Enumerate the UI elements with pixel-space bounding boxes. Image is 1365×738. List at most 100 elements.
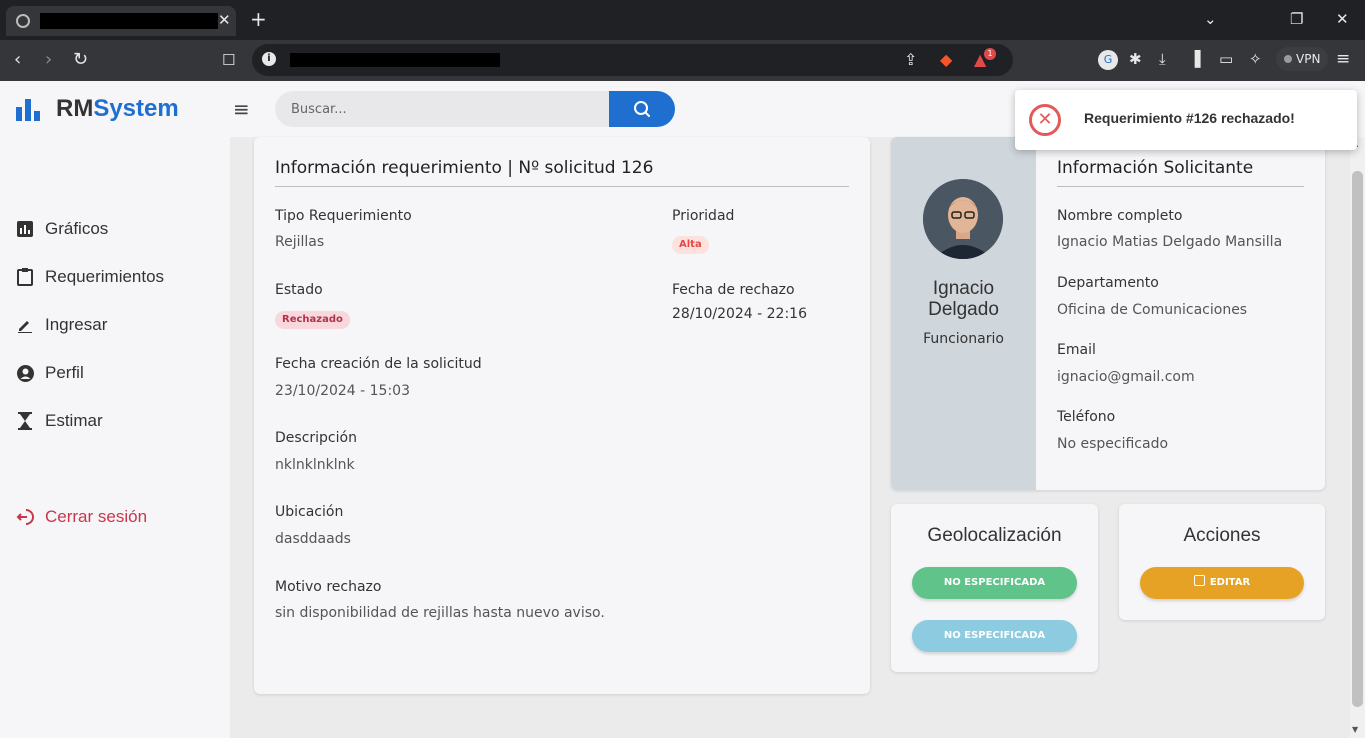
edit-button[interactable]: EDITAR [1140,567,1304,599]
logo-text: RMSystem [56,97,179,121]
tab-title-redacted [40,13,218,29]
vpn-button[interactable]: VPN [1276,47,1329,71]
sidebar-item-label: Requerimientos [45,267,165,286]
logout-label: Cerrar sesión [45,507,148,526]
sidebar-item-label: Estimar [45,411,103,430]
clipboard-icon [16,268,34,286]
fecha-rechazo-label: Fecha de rechazo [672,282,795,298]
address-bar[interactable]: i ⇪ ◆ ▲ 1 [252,44,1013,76]
actions-card: Acciones EDITAR [1119,504,1325,620]
scroll-down-icon[interactable]: ▼ [1352,725,1358,734]
sidebar-icon[interactable]: ▐ [1189,50,1201,68]
email-label: Email [1057,342,1096,358]
sidebar-item-estimar[interactable]: Estimar [16,409,103,433]
sidebar-item-requerimientos[interactable]: Requerimientos [16,265,164,289]
site-info-icon[interactable]: i [262,52,276,66]
sidebar-item-label: Ingresar [45,315,108,334]
sidebar-item-label: Perfil [45,363,84,382]
edit-label: EDITAR [1209,577,1251,588]
tab-search-icon[interactable]: ⌄ [1204,10,1217,28]
telefono-value: No especificado [1057,436,1169,452]
download-icon[interactable]: ⤓ [1159,50,1166,68]
telefono-label: Teléfono [1057,409,1116,425]
share-icon[interactable]: ⇪ [904,51,917,69]
motivo-value: sin disponibilidad de rejillas hasta nue… [275,605,605,621]
applicant-details: Información Solicitante Nombre completo … [1036,137,1325,490]
edit-icon [1193,575,1205,586]
scrollbar-thumb[interactable] [1352,171,1363,707]
nombre-label: Nombre completo [1057,208,1183,224]
vpn-status-icon [1284,55,1292,63]
new-tab-button[interactable]: + [250,8,267,30]
applicant-name: Ignacio Delgado [891,278,1036,320]
pencil-icon [16,316,34,334]
hourglass-icon [16,412,34,430]
ubicacion-value: dasddaads [275,531,351,547]
logo[interactable]: RMSystem [16,97,179,121]
logout-icon [16,508,34,526]
geolocation-button-2[interactable]: NO ESPECIFICADA [912,620,1077,652]
logo-suffix: System [93,95,179,122]
wallet-icon[interactable]: ▭ [1219,50,1233,68]
divider [1057,186,1304,187]
extensions-icon[interactable]: ✱ [1129,50,1142,68]
search-button[interactable] [609,91,675,127]
sidebar: Gráficos Requerimientos Ingresar Perfil … [0,137,230,738]
hamburger-menu-icon[interactable]: ≡ [233,99,250,119]
restore-window-icon[interactable]: ❐ [1290,10,1303,28]
fecha-creacion-label: Fecha creación de la solicitud [275,356,482,372]
actions-title: Acciones [1183,525,1261,546]
error-x-icon: ✕ [1029,104,1061,136]
descripcion-value: nklnklnklnk [275,457,355,473]
close-window-icon[interactable]: ✕ [1336,10,1349,28]
geolocation-button-1[interactable]: NO ESPECIFICADA [912,567,1077,599]
brave-shields-icon[interactable]: ◆ [940,51,952,69]
applicant-first-name: Ignacio [932,278,995,299]
prioridad-label: Prioridad [672,208,735,224]
departamento-label: Departamento [1057,275,1159,291]
translate-extension-icon[interactable]: G [1098,50,1118,70]
geolocation-card: Geolocalización NO ESPECIFICADA NO ESPEC… [891,504,1098,672]
close-tab-icon[interactable]: ✕ [218,11,231,29]
url-redacted [290,53,500,67]
ubicacion-label: Ubicación [275,504,344,520]
back-icon[interactable]: ‹ [14,50,21,70]
estado-label: Estado [275,282,323,298]
priority-badge: Alta [672,236,709,254]
browser-menu-icon[interactable]: ≡ [1336,50,1350,68]
rewards-badge: 1 [984,48,996,60]
logo-bars-icon [16,99,40,121]
request-title: Información requerimiento | Nº solicitud… [275,158,654,178]
email-value: ignacio@gmail.com [1057,369,1195,385]
search-input[interactable] [275,91,615,127]
sidebar-item-ingresar[interactable]: Ingresar [16,313,107,337]
browser-toolbar: ‹ › ↻ ☐ i ⇪ ◆ ▲ 1 G ✱ ⤓ ▐ ▭ ✧ VPN ≡ [0,40,1365,81]
request-info-card: Información requerimiento | Nº solicitud… [254,137,870,694]
avatar [923,179,1003,259]
globe-icon [16,14,30,28]
forward-icon[interactable]: › [45,50,52,70]
browser-tab-bar: ✕ + ⌄ ❐ ✕ [0,0,1365,40]
motivo-label: Motivo rechazo [275,579,382,595]
search-bar [275,91,675,127]
descripcion-label: Descripción [275,430,357,446]
leo-ai-icon[interactable]: ✧ [1249,50,1262,68]
status-badge: Rechazado [275,311,350,329]
reload-icon[interactable]: ↻ [73,50,88,70]
tipo-label: Tipo Requerimiento [275,208,412,224]
sidebar-item-graficos[interactable]: Gráficos [16,217,108,241]
applicant-profile-panel: Ignacio Delgado Funcionario [891,137,1036,490]
toast-notification[interactable]: ✕ Requerimiento #126 rechazado! [1015,90,1357,150]
tipo-value: Rejillas [275,234,325,250]
toast-message: Requerimiento #126 rechazado! [1084,110,1295,126]
sidebar-item-label: Gráficos [45,219,109,238]
logout-button[interactable]: Cerrar sesión [16,505,147,529]
applicant-role: Funcionario [923,331,1004,347]
sidebar-item-perfil[interactable]: Perfil [16,361,84,385]
applicant-title: Información Solicitante [1057,158,1254,178]
bookmark-icon[interactable]: ☐ [222,50,235,70]
logo-prefix: RM [56,95,94,122]
user-circle-icon [16,364,34,382]
browser-tab[interactable]: ✕ [6,6,236,36]
nombre-value: Ignacio Matias Delgado Mansilla [1057,234,1283,250]
